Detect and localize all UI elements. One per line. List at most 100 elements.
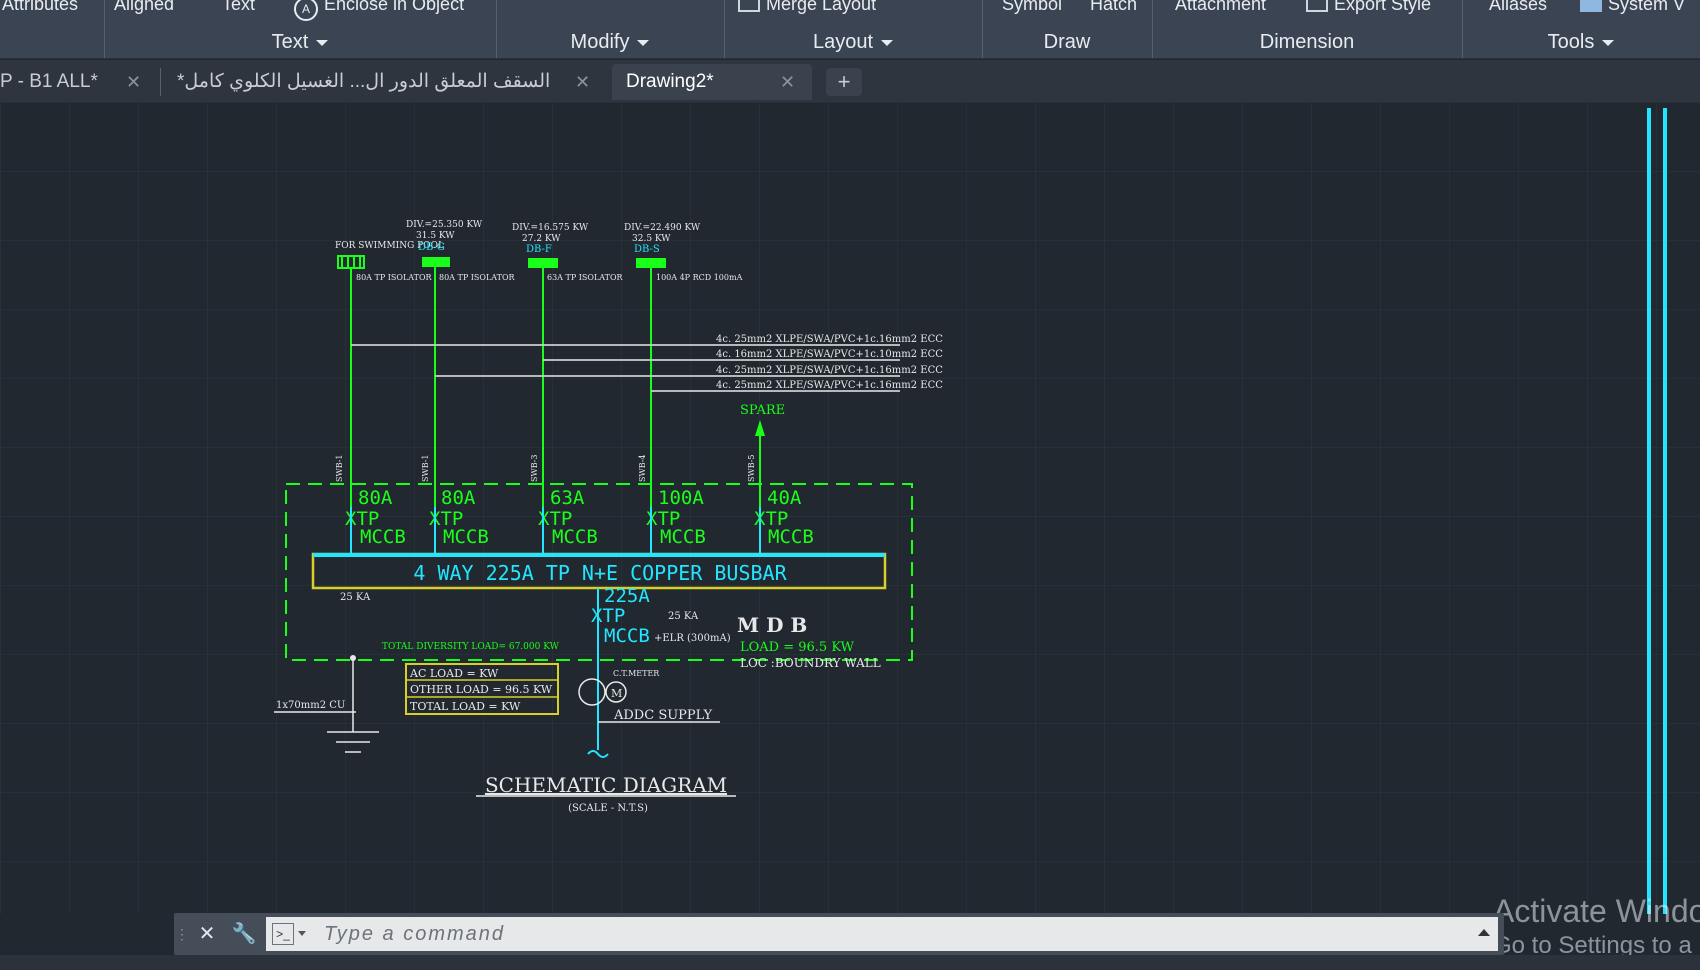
isolator-label: 80A TP ISOLATOR [356,273,433,282]
customize-wrench-icon[interactable]: 🔧 [226,913,262,955]
diagram-title: SCHEMATIC DIAGRAM [485,773,727,797]
text-panel-dropdown[interactable]: Text [104,28,496,56]
breaker-rating: 100A [658,487,704,509]
tab-divider [160,68,161,96]
chevron-up-icon[interactable] [1478,929,1490,936]
tools-panel-label: Tools [1547,31,1595,53]
supply-label: ADDC SUPPLY [613,708,712,723]
dimension-panel[interactable]: Dimension [1152,28,1462,56]
new-tab-button[interactable]: + [826,68,862,96]
cable-label: 4c. 25mm2 XLPE/SWA/PVC+1c.16mm2 ECC [716,365,943,376]
file-tab[interactable]: السقف المعلق الدور ال... الغسيل الكلوي ك… [165,64,603,100]
db-s-symbol [636,258,666,268]
canvas-grid [0,102,1700,914]
db-f-symbol [528,258,558,268]
cable-tag: SWB-3 [530,454,539,482]
export-style-button[interactable]: Export Style [1306,0,1431,15]
breaker-rating: 63A [550,487,585,509]
text-panel-label: Text [271,31,309,53]
chevron-down-icon [881,39,894,46]
enclose-in-object-button[interactable]: A Enclose in Object [294,0,464,21]
export-style-label: Export Style [1334,0,1432,14]
activation-watermark-title: Activate Windo [1493,893,1700,929]
system-variables-label: System V [1608,0,1686,14]
plus-icon: + [837,69,851,94]
enclose-label: Enclose in Object [324,0,465,14]
incomer-elr: +ELR (300mA) [654,633,731,644]
drawing-canvas[interactable]: FOR SWIMMING POOL DIV.=25.350 KW 31.5 KW… [0,102,1700,914]
layout-panel-label: Layout [812,31,874,53]
cable-tag: SWB-1 [335,454,344,482]
merge-layout-label: Merge Layout [766,0,877,14]
aliases-button[interactable]: Aliases [1489,0,1547,15]
system-variables-button[interactable]: System V [1580,0,1685,15]
dimension-panel-label: Dimension [1259,31,1355,53]
hatch-button[interactable]: Hatch [1090,0,1137,15]
command-line: ⋮ ✕ 🔧 >_ Type a command [174,913,1504,955]
load-table-row: TOTAL LOAD = KW [410,700,521,713]
draw-panel[interactable]: Draw [982,28,1152,56]
grip-handle[interactable]: ⋮ [174,913,190,955]
breaker-type: MCCB [768,526,814,548]
breaker-rating: 80A [358,487,393,509]
db-s-name: DB-S [634,244,660,255]
file-tab-label: P - B1 ALL* [0,71,98,92]
breaker-type: MCCB [443,526,489,548]
command-placeholder: Type a command [324,923,506,945]
chevron-down-icon [1602,39,1615,46]
layout-panel-dropdown[interactable]: Layout [724,28,982,56]
db-g-name: DB-G [418,242,445,253]
load-table-row: OTHER LOAD = 96.5 KW [410,683,553,696]
close-icon[interactable]: ✕ [780,64,795,100]
enclose-icon: A [294,0,318,21]
merge-layout-button[interactable]: Merge Layout [738,0,876,15]
merge-layout-icon [738,0,760,12]
file-tabs-bar: P - B1 ALL* ✕ السقف المعلق الدور ال... ا… [0,60,1700,102]
incomer-pole: XTP [591,605,625,627]
modify-panel-dropdown[interactable]: Modify [496,28,724,56]
load-table-row: AC LOAD = KW [409,667,499,680]
db-s-kw: 32.5 KW [632,234,671,244]
breaker-type: MCCB [552,526,598,548]
db-g-symbol [422,257,450,267]
file-tab-label: السقف المعلق الدور ال... الغسيل الكلوي ك… [177,71,551,92]
file-tab[interactable]: P - B1 ALL* ✕ [0,64,158,100]
incomer-rating: 225A [604,585,650,607]
meter-symbol: M [611,687,622,700]
db-s-div: DIV.=22.490 KW [624,223,701,233]
incomer-type: MCCB [604,625,650,647]
file-tab-active[interactable]: Drawing2* ✕ [612,64,812,100]
earth-label: 1x70mm2 CU [276,700,345,711]
mdb-name: M D B [737,613,807,637]
cable-tag: SWB-5 [747,454,756,482]
close-icon[interactable]: ✕ [126,64,141,100]
cable-label: 4c. 16mm2 XLPE/SWA/PVC+1c.10mm2 ECC [716,349,943,360]
ribbon: Attributes Aligned Text A Enclose in Obje… [0,0,1700,59]
attachment-button[interactable]: Attachment [1175,0,1266,15]
chevron-down-icon[interactable] [298,931,306,936]
isolator-label: 80A TP ISOLATOR [439,273,516,282]
symbol-button[interactable]: Symbol [1002,0,1062,15]
aligned-button[interactable]: Aligned [114,0,174,15]
isolator-label: 100A 4P RCD 100mA [656,273,743,282]
close-icon[interactable]: ✕ [575,64,590,100]
close-icon[interactable]: ✕ [190,913,224,955]
command-prompt-icon[interactable]: >_ [272,923,294,945]
busbar-label: 4 WAY 225A TP N+E COPPER BUSBAR [413,561,787,585]
db-f-kw: 27.2 KW [522,234,561,244]
text-button[interactable]: Text [222,0,255,15]
modify-panel-label: Modify [570,31,630,53]
incomer-ka: 25 KA [668,611,699,622]
diagram-scale: (SCALE - N.T.S) [568,803,648,814]
breaker-rating: 40A [767,487,802,509]
chevron-down-icon [316,39,329,46]
cable-label: 4c. 25mm2 XLPE/SWA/PVC+1c.16mm2 ECC [716,380,943,391]
breaker-type: MCCB [660,526,706,548]
system-variables-icon [1580,0,1602,12]
isolator-label: 63A TP ISOLATOR [547,273,624,282]
command-input[interactable]: >_ Type a command [266,917,1498,951]
fault-level: 25 KA [340,592,371,603]
tools-panel-dropdown[interactable]: Tools [1462,28,1700,56]
attributes-button[interactable]: Attributes [2,0,78,15]
mdb-location: LOC :BOUNDRY WALL [740,656,881,670]
